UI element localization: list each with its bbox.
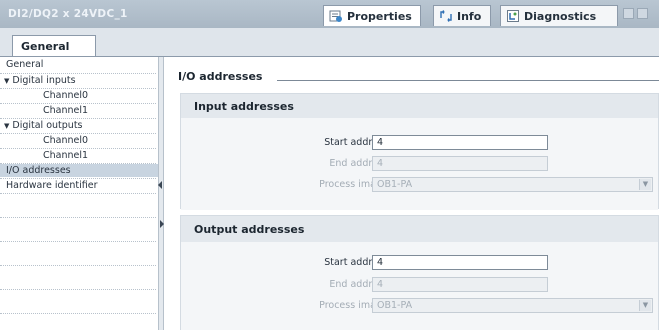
content-area: General ▼ Digital inputs Channel0 Channel… (0, 56, 659, 330)
nav-item-digital-inputs[interactable]: ▼ Digital inputs (0, 74, 160, 87)
window-buttons (623, 8, 653, 20)
output-process-image-select: OB1-PA ▼ (372, 298, 653, 313)
nav-item-io-addresses[interactable]: I/O addresses (0, 164, 162, 177)
input-process-image-select: OB1-PA ▼ (372, 177, 653, 192)
group-body: Start address: 4 End address: 4 Process … (181, 118, 658, 210)
dropdown-arrow-icon: ▼ (639, 300, 651, 311)
input-start-address-field[interactable]: 4 (372, 135, 548, 150)
restore-icon[interactable] (623, 8, 634, 19)
diagnostics-icon (506, 9, 520, 23)
device-title: DI2/DQ2 x 24VDC_1 (8, 8, 128, 20)
tab-info-label: Info (457, 9, 482, 23)
tab-diagnostics-label: Diagnostics (524, 9, 597, 23)
section-divider (277, 80, 659, 81)
nav-tree: General ▼ Digital inputs Channel0 Channel… (0, 57, 162, 330)
tab-info[interactable]: Info (433, 5, 491, 26)
tab-general[interactable]: General (12, 35, 96, 57)
nav-item-digital-outputs[interactable]: ▼ Digital outputs (0, 119, 160, 132)
expand-arrow-icon[interactable]: ▼ (4, 77, 9, 85)
section-title: I/O addresses (178, 70, 263, 83)
minimize-icon[interactable] (637, 8, 648, 19)
nav-divider (0, 193, 156, 194)
nav-divider (0, 265, 156, 266)
main-panel: I/O addresses Input addresses Start addr… (164, 57, 659, 330)
expand-arrow-icon[interactable]: ▼ (4, 122, 9, 130)
tab-properties[interactable]: Properties (323, 5, 421, 26)
group-body: Start address: 4 End address: 4 Process … (181, 242, 658, 330)
nav-divider (0, 313, 156, 314)
input-end-address-field: 4 (372, 156, 548, 171)
output-addresses-group: Output addresses Start address: 4 End ad… (180, 215, 659, 330)
tab-properties-label: Properties (347, 9, 412, 23)
inspector-title-bar: DI2/DQ2 x 24VDC_1 Properties Info Diagno… (0, 0, 659, 29)
input-addresses-title: Input addresses (194, 100, 294, 113)
group-header: Output addresses (181, 216, 658, 242)
subtab-bar (0, 28, 659, 56)
nav-divider (0, 217, 156, 218)
properties-icon (329, 9, 343, 23)
input-addresses-group: Input addresses Start address: 4 End add… (180, 93, 659, 210)
tab-diagnostics[interactable]: Diagnostics (500, 5, 618, 26)
output-addresses-title: Output addresses (194, 223, 305, 236)
collapse-left-arrow-icon[interactable] (158, 181, 162, 189)
nav-item-general[interactable]: General (0, 58, 162, 71)
nav-divider (0, 289, 156, 290)
output-end-address-field: 4 (372, 277, 548, 292)
output-start-address-field[interactable]: 4 (372, 255, 548, 270)
nav-item-hardware-identifier[interactable]: Hardware identifier (0, 179, 162, 192)
info-icon (439, 9, 453, 23)
group-header: Input addresses (181, 94, 658, 118)
nav-divider (0, 241, 156, 242)
dropdown-arrow-icon: ▼ (639, 179, 651, 190)
